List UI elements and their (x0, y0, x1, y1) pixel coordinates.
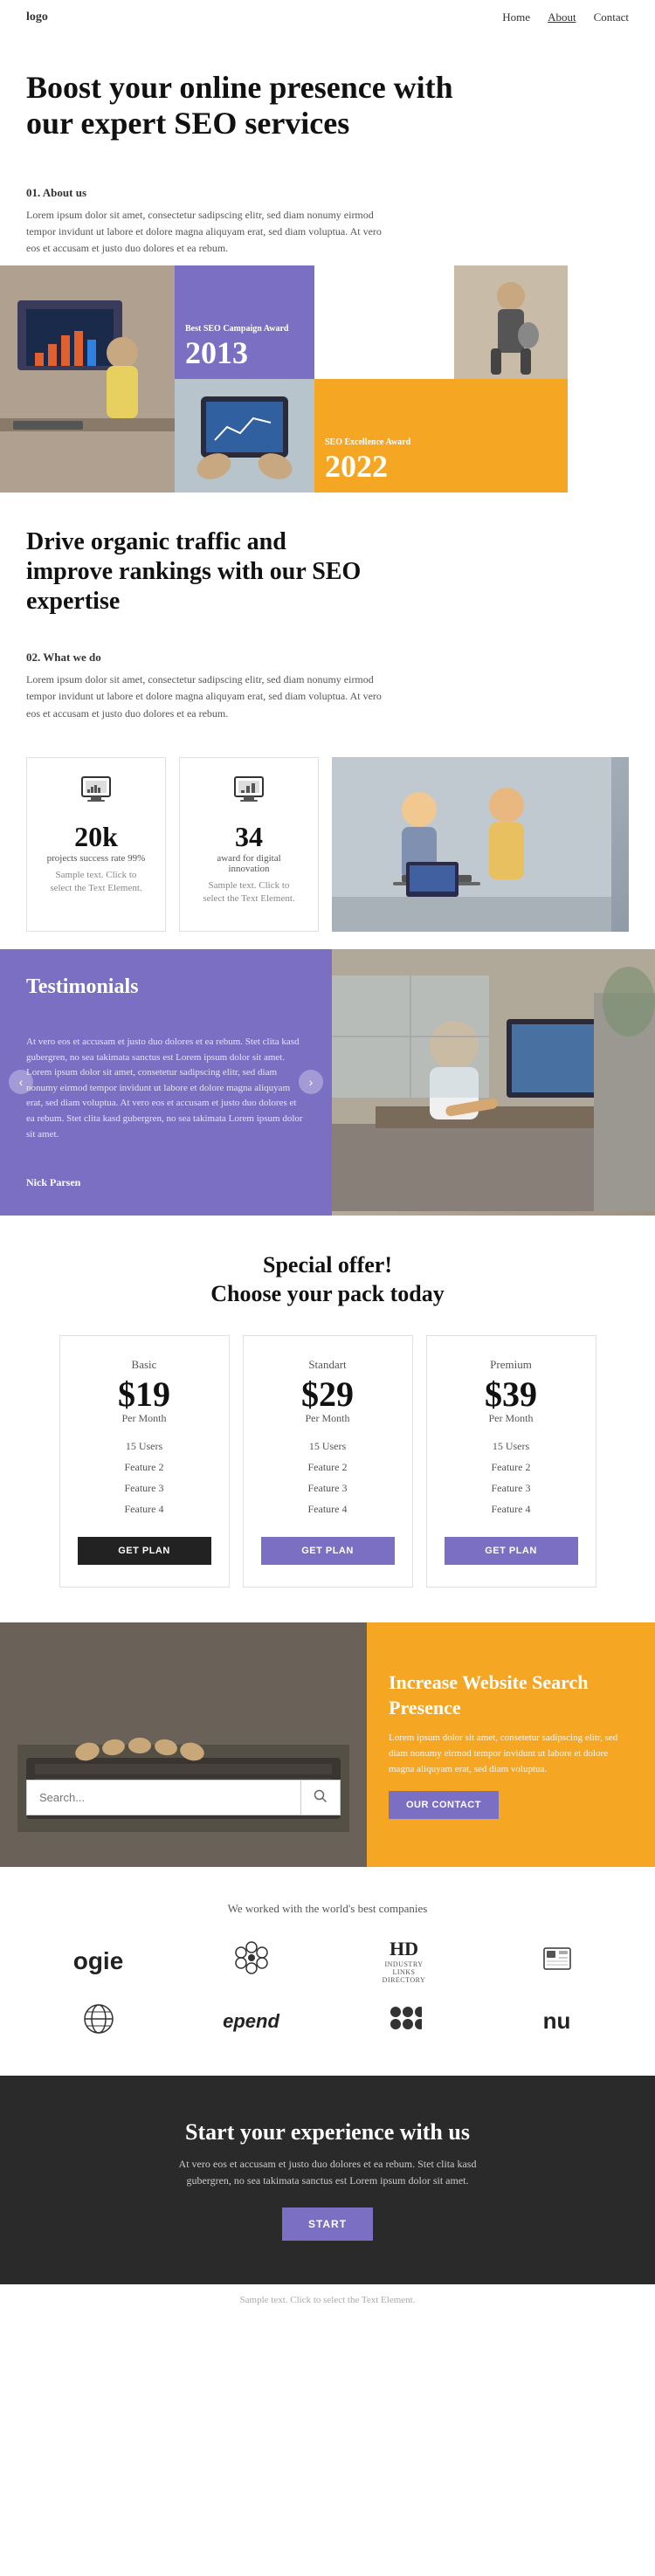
nav-home[interactable]: Home (502, 10, 530, 24)
testimonials-nav: ‹ › (9, 1070, 323, 1094)
partner-circles (387, 2001, 422, 2041)
partner-hd: HD INDUSTRYLINKSDIRECTORY (383, 1938, 426, 1984)
presence-heading: Increase Website Search Presence (389, 1670, 633, 1720)
footer-note: Sample text. Click to select the Text El… (0, 2284, 655, 2316)
cta-footer: Start your experience with us At vero eo… (0, 2076, 655, 2283)
what-we-do-body: Lorem ipsum dolor sit amet, consectetur … (26, 672, 393, 722)
testimonials-author: Nick Parsen (26, 1176, 306, 1189)
award-2022-label: SEO Excellence Award (325, 437, 557, 447)
logo: logo (26, 10, 48, 24)
partners-grid: ogie HD INDUSTRYLINKSDIRECTORY (26, 1938, 629, 2041)
plan-standart-features: 15 Users Feature 2 Feature 3 Feature 4 (261, 1436, 395, 1519)
hero-section: Boost your online presence with our expe… (0, 35, 655, 169)
hero-headline: Boost your online presence with our expe… (26, 70, 463, 142)
pricing-headline: Special offer!Choose your pack today (26, 1250, 629, 1310)
partner-ogie: ogie (73, 1947, 124, 1975)
cta-body: At vero eos et accusam et justo duo dolo… (162, 2156, 493, 2189)
about-label: 01. About us (26, 186, 629, 200)
plan-basic-features: 15 Users Feature 2 Feature 3 Feature 4 (78, 1436, 211, 1519)
image-woman-standing (454, 265, 568, 379)
testimonials-right (332, 949, 655, 1216)
stat-box-1: 20k projects success rate 99% Sample tex… (26, 757, 166, 932)
plan-standart-button[interactable]: GET PLAN (261, 1537, 395, 1565)
stat-1-label: projects success rate 99% (45, 853, 148, 864)
presence-section: Increase Website Search Presence Lorem i… (0, 1622, 655, 1867)
plan-basic-name: Basic (78, 1358, 211, 1372)
stat-1-desc: Sample text. Click to select the Text El… (45, 869, 148, 896)
testimonials-left: Testimonials At vero eos et accusam et j… (0, 949, 332, 1216)
plan-premium-button[interactable]: GET PLAN (445, 1537, 578, 1565)
stat-1-number: 20k (45, 821, 148, 853)
office-image (332, 949, 655, 1216)
navbar: logo Home About Contact (0, 0, 655, 35)
nav-links: Home About Contact (502, 10, 629, 24)
testimonials-next[interactable]: › (299, 1070, 323, 1094)
plan-standart-name: Standart (261, 1358, 395, 1372)
image-tablet (175, 379, 314, 492)
presence-body: Lorem ipsum dolor sit amet, consetetur s… (389, 1731, 633, 1777)
about-body: Lorem ipsum dolor sit amet, consectetur … (26, 207, 393, 258)
start-button[interactable]: START (282, 2208, 373, 2241)
plan-standart-price: $29 (261, 1377, 395, 1412)
partner-icon-4 (540, 1941, 575, 1980)
stat-2-number: 34 (197, 821, 300, 853)
about-section: 01. About us Lorem ipsum dolor sit amet,… (0, 169, 655, 266)
plan-premium: Premium $39 Per Month 15 Users Feature 2… (426, 1335, 596, 1588)
award-2013-label: Best SEO Campaign Award (185, 324, 304, 334)
partners-label: We worked with the world's best companie… (26, 1902, 629, 1916)
award-2022: SEO Excellence Award 2022 (314, 379, 568, 492)
partners-section: We worked with the world's best companie… (0, 1867, 655, 2076)
testimonials-heading: Testimonials (26, 975, 306, 999)
plan-standart: Standart $29 Per Month 15 Users Feature … (243, 1335, 413, 1588)
plan-premium-features: 15 Users Feature 2 Feature 3 Feature 4 (445, 1436, 578, 1519)
nav-contact[interactable]: Contact (594, 10, 629, 24)
nav-about[interactable]: About (548, 10, 576, 24)
plan-basic: Basic $19 Per Month 15 Users Feature 2 F… (59, 1335, 230, 1588)
plan-premium-period: Per Month (445, 1412, 578, 1425)
presence-right: Increase Website Search Presence Lorem i… (367, 1622, 655, 1867)
stat-colleagues-image (332, 757, 629, 932)
partner-epend: epend (223, 2010, 279, 2033)
award-2013-year: 2013 (185, 337, 304, 368)
partner-globe (81, 2001, 116, 2041)
stats-row: 20k projects success rate 99% Sample tex… (0, 740, 655, 949)
stat-2-label: award for digital innovation (197, 853, 300, 874)
partner-flower (234, 1940, 269, 1982)
plan-standart-period: Per Month (261, 1412, 395, 1425)
drive-section: Drive organic traffic and improve rankin… (0, 492, 655, 651)
search-bar (26, 1780, 341, 1815)
plan-basic-button[interactable]: GET PLAN (78, 1537, 211, 1565)
computer-icon (45, 775, 148, 814)
image-grid: Best SEO Campaign Award 2013 (0, 265, 655, 492)
testimonials-section: Testimonials At vero eos et accusam et j… (0, 949, 655, 1216)
what-we-do-label: 02. What we do (26, 651, 629, 665)
search-button[interactable] (300, 1780, 340, 1815)
award-2013: Best SEO Campaign Award 2013 (175, 265, 314, 379)
cta-heading: Start your experience with us (26, 2119, 629, 2146)
partner-nu: nu (543, 2008, 571, 2035)
plan-basic-price: $19 (78, 1377, 211, 1412)
plan-premium-price: $39 (445, 1377, 578, 1412)
award-2022-year: 2022 (325, 451, 557, 482)
pricing-section: Special offer!Choose your pack today Bas… (0, 1216, 655, 1623)
our-contact-button[interactable]: OUR CONTACT (389, 1791, 499, 1819)
drive-headline: Drive organic traffic and improve rankin… (26, 527, 376, 616)
plan-premium-name: Premium (445, 1358, 578, 1372)
testimonials-prev[interactable]: ‹ (9, 1070, 33, 1094)
pricing-cards: Basic $19 Per Month 15 Users Feature 2 F… (26, 1335, 629, 1588)
chart-icon (197, 775, 300, 814)
what-we-do-section: 02. What we do Lorem ipsum dolor sit ame… (0, 651, 655, 740)
presence-left (0, 1622, 367, 1867)
stat-box-2: 34 award for digital innovation Sample t… (179, 757, 319, 932)
plan-basic-period: Per Month (78, 1412, 211, 1425)
stat-2-desc: Sample text. Click to select the Text El… (197, 879, 300, 906)
image-woman-desk (0, 265, 175, 492)
search-input[interactable] (27, 1780, 300, 1815)
